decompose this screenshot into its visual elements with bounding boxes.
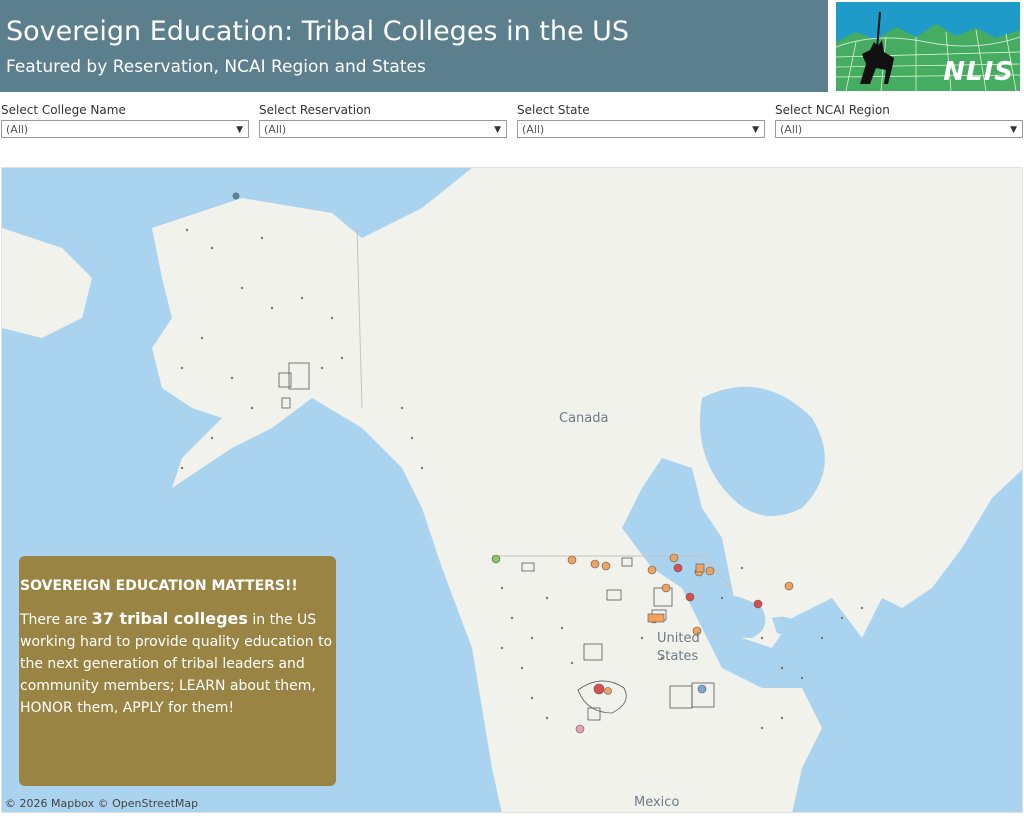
filter-state: Select State (All) ▼	[517, 103, 765, 138]
college-marker	[673, 563, 683, 573]
dropdown-value: (All)	[6, 123, 29, 136]
header-banner: Sovereign Education: Tribal Colleges in …	[0, 0, 828, 92]
dropdown-value: (All)	[780, 123, 803, 136]
map-label-us-line1: United	[657, 631, 700, 646]
map-attribution[interactable]: © 2026 Mapbox © OpenStreetMap	[5, 797, 198, 810]
college-marker	[601, 561, 611, 571]
college-marker	[232, 192, 240, 200]
logo-text: NLIS	[943, 57, 1014, 87]
college-marker	[575, 724, 585, 734]
college-marker	[604, 687, 612, 695]
info-body-pre: There are	[20, 612, 92, 628]
college-marker	[695, 563, 705, 573]
info-heading: SOVEREIGN EDUCATION MATTERS!!	[20, 578, 298, 594]
college-marker	[705, 566, 715, 576]
page-title: Sovereign Education: Tribal Colleges in …	[6, 16, 630, 47]
filter-college-name: Select College Name (All) ▼	[1, 103, 249, 138]
filter-label: Select NCAI Region	[775, 103, 890, 117]
state-dropdown[interactable]: (All) ▼	[517, 120, 765, 138]
college-marker	[590, 559, 600, 569]
filter-reservation: Select Reservation (All) ▼	[259, 103, 507, 138]
map-label-mexico: Mexico	[634, 795, 680, 810]
map-label-us-line2: States	[657, 649, 699, 664]
nlis-logo: NLIS	[836, 2, 1020, 91]
college-marker	[593, 683, 605, 695]
college-marker	[784, 581, 794, 591]
college-marker	[567, 555, 577, 565]
college-marker	[697, 684, 707, 694]
land-russia	[2, 228, 92, 338]
filter-ncai-region: Select NCAI Region (All) ▼	[775, 103, 1023, 138]
college-marker	[669, 553, 679, 563]
college-name-dropdown[interactable]: (All) ▼	[1, 120, 249, 138]
dropdown-arrow-icon: ▼	[1010, 125, 1017, 135]
info-body: There are 37 tribal colleges in the US w…	[20, 608, 336, 719]
dropdown-value: (All)	[264, 123, 287, 136]
dropdown-arrow-icon: ▼	[494, 125, 501, 135]
ncai-region-dropdown[interactable]: (All) ▼	[775, 120, 1023, 138]
dropdown-arrow-icon: ▼	[236, 125, 243, 135]
map-label-canada: Canada	[559, 411, 609, 426]
page-subtitle: Featured by Reservation, NCAI Region and…	[6, 57, 426, 77]
info-body-highlight: 37 tribal colleges	[91, 609, 248, 628]
college-marker	[661, 583, 671, 593]
filter-label: Select Reservation	[259, 103, 372, 117]
dropdown-value: (All)	[522, 123, 545, 136]
dropdown-arrow-icon: ▼	[752, 125, 759, 135]
info-box: SOVEREIGN EDUCATION MATTERS!! There are …	[19, 556, 336, 786]
filter-label: Select State	[517, 103, 590, 117]
reservation-dropdown[interactable]: (All) ▼	[259, 120, 507, 138]
college-marker	[685, 592, 695, 602]
college-marker	[491, 554, 501, 564]
college-marker	[647, 565, 657, 575]
college-marker	[753, 599, 763, 609]
college-marker	[647, 613, 665, 623]
filter-label: Select College Name	[1, 103, 126, 117]
